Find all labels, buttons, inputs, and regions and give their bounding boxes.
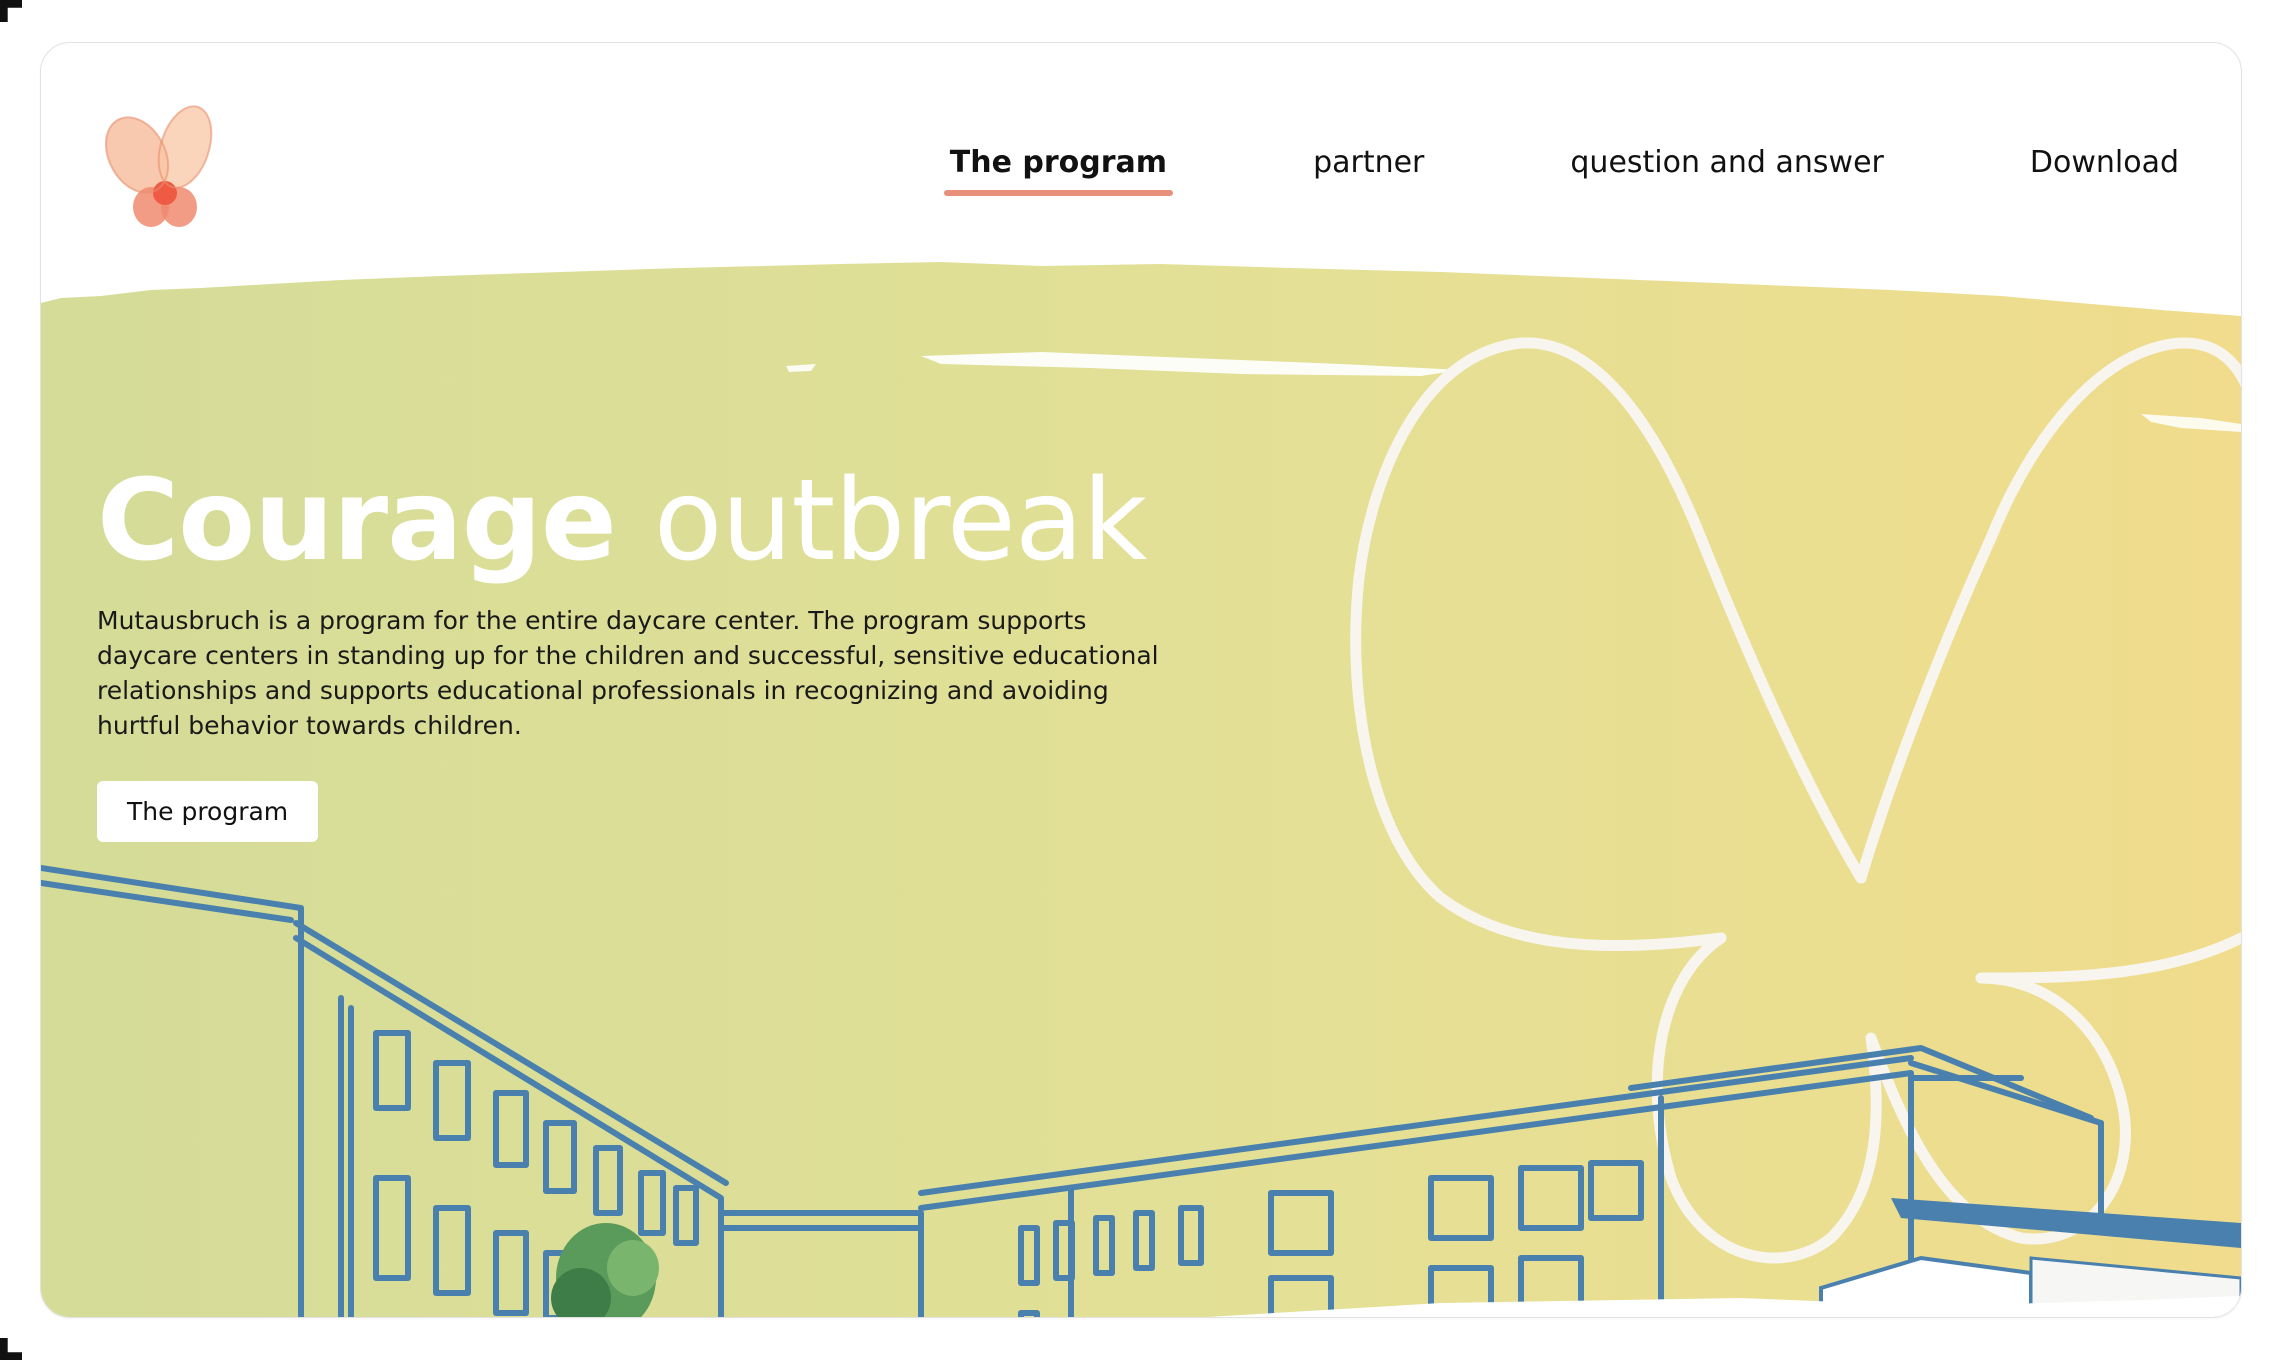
corner-mark-top-left (0, 0, 22, 22)
main-navigation: The program partner question and answer … (943, 145, 2179, 196)
butterfly-logo-icon[interactable] (95, 97, 235, 237)
hero-description: Mutausbruch is a program for the entire … (97, 605, 1159, 740)
nav-item-question-and-answer[interactable]: question and answer (1570, 145, 1883, 186)
nav-item-the-program[interactable]: The program (943, 145, 1174, 196)
hero-title-bold: Courage (97, 456, 617, 586)
nav-item-download[interactable]: Download (2030, 145, 2179, 186)
hero-content: Courage outbreak Mutausbruch is a progra… (97, 462, 1177, 842)
hero-title-light: outbreak (653, 456, 1147, 586)
corner-mark-bottom-left (0, 1338, 22, 1360)
hero-program-button[interactable]: The program (97, 780, 319, 842)
browser-frame: Courage outbreak Mutausbruch is a progra… (40, 42, 2242, 1318)
nav-item-partner[interactable]: partner (1313, 145, 1424, 186)
hero-section: Courage outbreak Mutausbruch is a progra… (41, 218, 2241, 1317)
hero-title: Courage outbreak (97, 462, 1177, 581)
